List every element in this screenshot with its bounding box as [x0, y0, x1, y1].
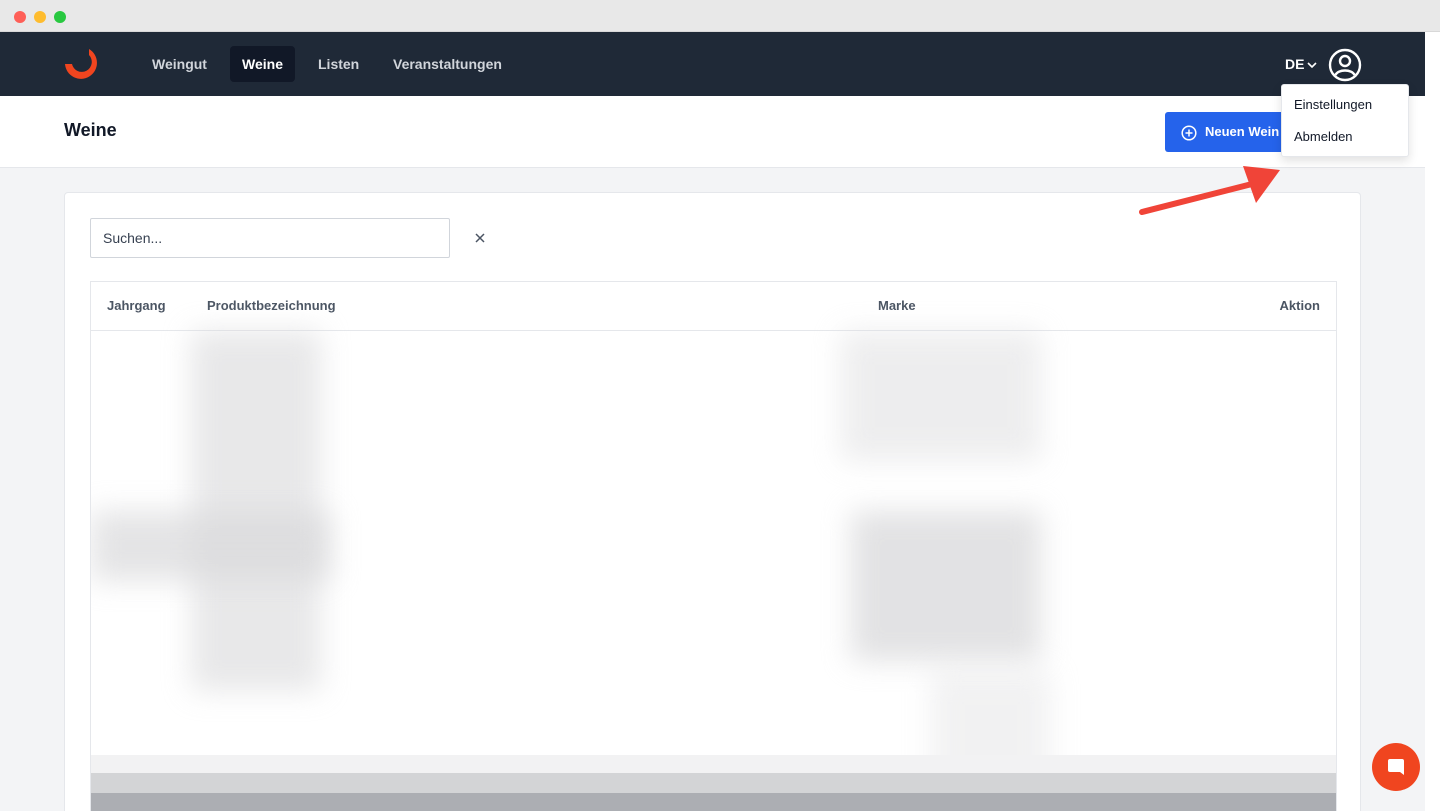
menu-item-abmelden[interactable]: Abmelden	[1294, 127, 1353, 147]
wine-list-card: Jahrgang Produktbezeichnung Marke Aktion	[64, 192, 1361, 811]
nav-item-weine[interactable]: Weine	[230, 46, 295, 82]
blurred-content	[841, 331, 1041, 461]
nav-item-veranstaltungen[interactable]: Veranstaltungen	[381, 46, 514, 82]
nav-item-weingut[interactable]: Weingut	[140, 46, 219, 82]
maximize-window-button[interactable]	[54, 11, 66, 23]
page-title: Weine	[64, 120, 117, 140]
close-window-button[interactable]	[14, 11, 26, 23]
chat-launcher-button[interactable]	[1372, 743, 1420, 791]
nav-item-listen[interactable]: Listen	[306, 46, 371, 82]
window-titlebar	[0, 0, 1440, 32]
column-header-aktion: Aktion	[1279, 298, 1320, 313]
blurred-content	[851, 511, 1041, 661]
menu-item-einstellungen[interactable]: Einstellungen	[1294, 95, 1372, 115]
new-wine-button[interactable]: Neuen Wein	[1165, 112, 1300, 152]
blurred-row	[91, 773, 1336, 793]
crescent-logo-icon[interactable]	[62, 46, 102, 82]
page-scrollbar[interactable]	[1425, 32, 1440, 811]
blurred-content	[91, 511, 331, 581]
blurred-row	[91, 793, 1336, 811]
user-circle-icon[interactable]	[1328, 48, 1362, 82]
language-label: DE	[1285, 56, 1305, 72]
language-selector[interactable]: DE	[1285, 54, 1318, 74]
app-viewport: Weingut Weine Listen Veranstaltungen DE …	[0, 32, 1425, 811]
blurred-row	[91, 755, 1336, 773]
table-body-blurred	[91, 331, 1336, 811]
search-input[interactable]	[90, 218, 450, 258]
annotation-arrow-icon	[1139, 166, 1280, 215]
table-header: Jahrgang Produktbezeichnung Marke Aktion	[91, 282, 1336, 331]
minimize-window-button[interactable]	[34, 11, 46, 23]
new-wine-button-label: Neuen Wein	[1205, 124, 1280, 139]
wine-table: Jahrgang Produktbezeichnung Marke Aktion	[90, 281, 1337, 811]
close-icon[interactable]	[470, 228, 490, 248]
user-menu-dropdown: Einstellungen Abmelden	[1281, 84, 1409, 157]
column-header-produktbezeichnung[interactable]: Produktbezeichnung	[207, 297, 336, 315]
column-header-jahrgang[interactable]: Jahrgang	[107, 297, 166, 315]
top-navbar: Weingut Weine Listen Veranstaltungen DE	[0, 32, 1425, 96]
plus-circle-icon	[1181, 125, 1197, 141]
column-header-marke[interactable]: Marke	[878, 297, 916, 315]
chevron-down-icon	[1307, 62, 1318, 69]
chat-bubble-icon	[1388, 759, 1404, 775]
